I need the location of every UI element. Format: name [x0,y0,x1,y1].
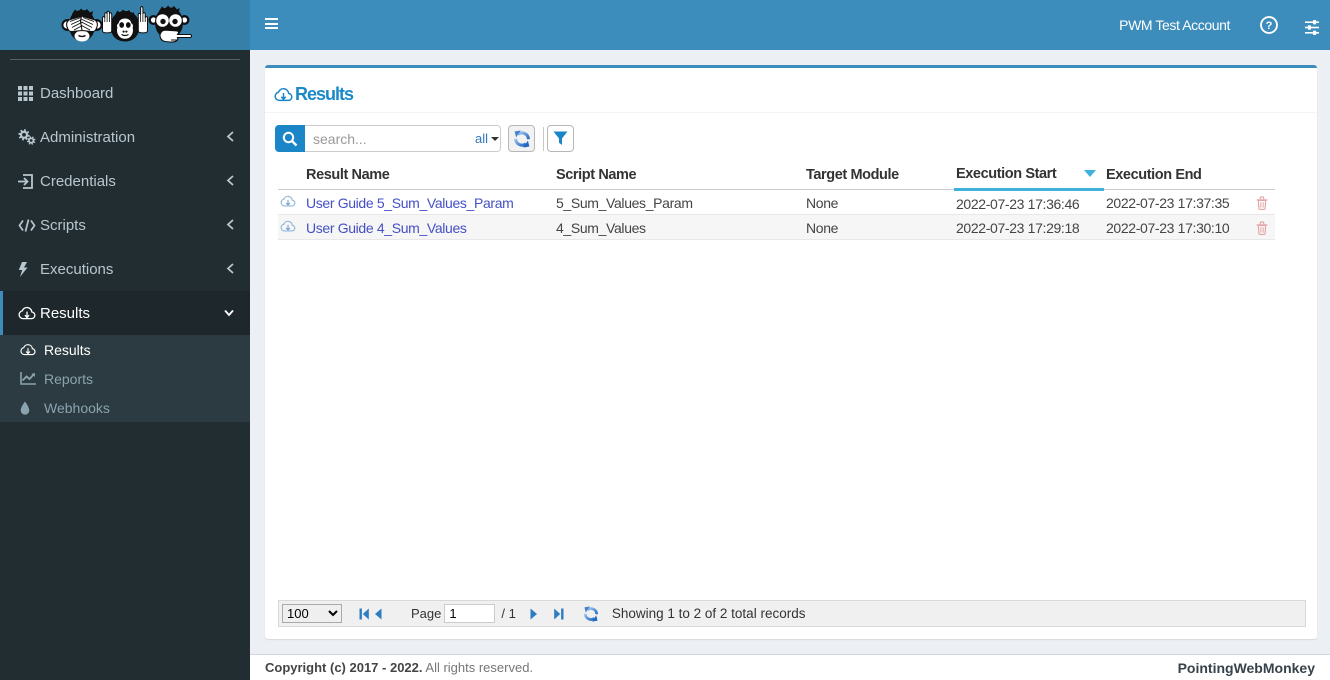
svg-text:?: ? [1266,20,1273,32]
